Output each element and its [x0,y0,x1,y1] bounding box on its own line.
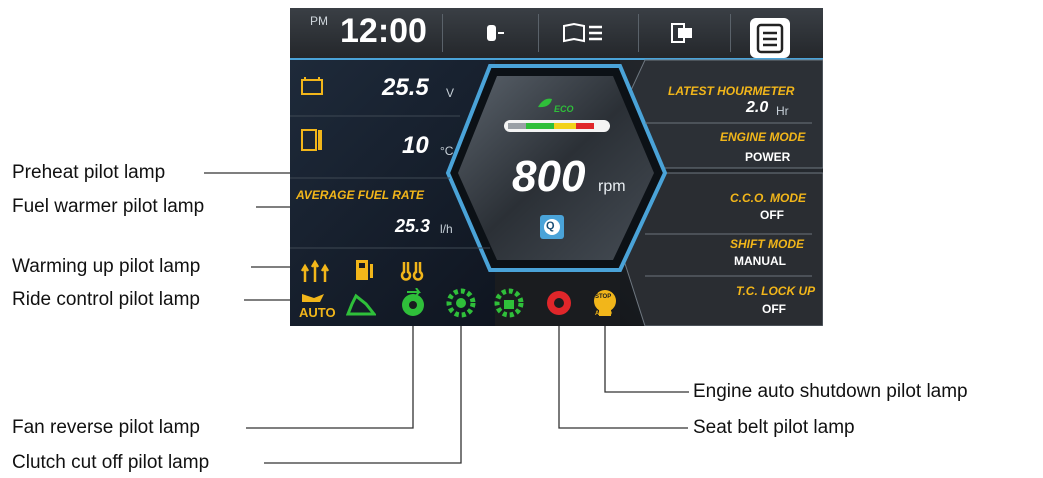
hourmeter-label: LATEST HOURMETER [668,84,795,98]
callout-ride-control: Ride control pilot lamp [12,289,200,310]
preheat-lamp-icon [400,262,424,281]
cco-mode-value: OFF [760,208,784,222]
rpm-unit: rpm [598,178,626,195]
callout-warming-up: Warming up pilot lamp [12,256,201,277]
quick-badge: Q [546,220,555,232]
shift-mode-label: SHIFT MODE [730,237,804,251]
bucket-leveling-lamp-icon [346,293,376,316]
ride-control-auto-badge: AUTO [299,305,336,320]
seat-belt-lamp-icon [547,291,571,315]
fuel-rate-unit: l/h [440,222,453,236]
callout-seat-belt: Seat belt pilot lamp [693,417,855,438]
leader-seat-belt [558,318,688,429]
fuel-rate-label: AVERAGE FUEL RATE [296,188,425,202]
leader-fan-reverse [246,318,414,429]
tc-lock-value: OFF [762,302,786,316]
cco-mode-label: C.C.O. MODE [730,191,807,205]
callout-clutch-cut-off: Clutch cut off pilot lamp [12,452,210,473]
parking-brake-lamp-icon [494,288,524,318]
callout-engine-auto-shutdown: Engine auto shutdown pilot lamp [693,381,968,402]
monitor-screen: PM 12:00 25.5 V 10 °C AVERAGE FUEL RATE … [290,8,823,326]
clutch-cut-off-lamp-icon [446,288,476,318]
hourmeter-value: 2.0 [746,99,769,116]
fuel-warmer-lamp-icon [356,260,373,280]
fuel-rate-value: 25.3 [395,216,431,236]
hourmeter-unit: Hr [776,104,789,118]
eco-label: ECO [554,104,574,114]
leader-engine-shutdown [604,318,689,393]
tc-lock-label: T.C. LOCK UP [736,284,816,298]
callout-fan-reverse: Fan reverse pilot lamp [12,417,200,438]
battery-voltage-value: 25.5 [382,74,429,101]
fan-reverse-lamp-icon [402,288,424,316]
warming-up-lamp-icon [300,259,330,282]
shutdown-stop-text: STOP [595,294,612,300]
callout-preheat: Preheat pilot lamp [12,162,166,183]
engine-mode-label: ENGINE MODE [720,130,806,144]
shift-mode-value: MANUAL [734,254,786,268]
battery-voltage-unit: V [446,86,455,100]
shutdown-auto-text: AUTO [595,311,612,317]
coolant-temp-unit: °C [440,144,454,158]
leader-clutch-cut-off [264,318,462,464]
engine-mode-value: POWER [745,150,791,164]
rpm-value: 800 [512,152,586,201]
coolant-temp-value: 10 [402,132,429,159]
callout-fuel-warmer: Fuel warmer pilot lamp [12,196,205,217]
